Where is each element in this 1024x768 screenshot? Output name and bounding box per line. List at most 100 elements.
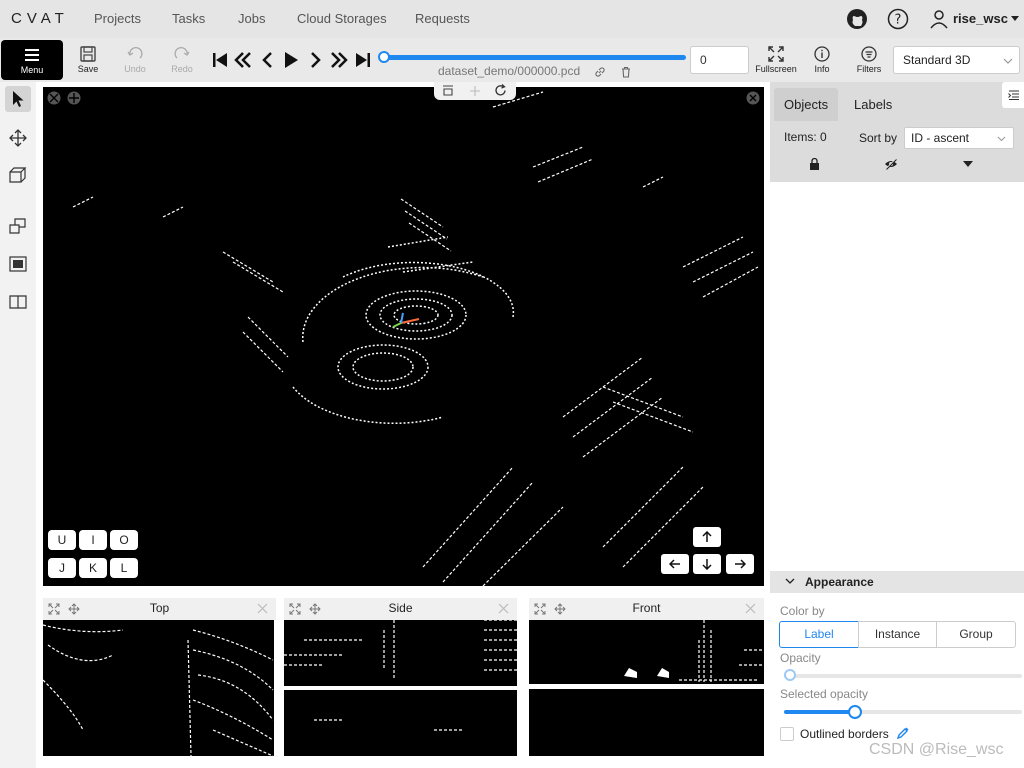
side-view-canvas[interactable] <box>284 620 517 756</box>
undo-button[interactable]: Undo <box>115 44 155 78</box>
menu-button[interactable]: Menu <box>1 40 63 80</box>
top-view-canvas[interactable] <box>43 620 274 756</box>
arrow-right-icon <box>735 559 746 569</box>
group-tool[interactable] <box>5 251 31 277</box>
key-k-button[interactable]: K <box>79 558 107 578</box>
caret-down-icon[interactable] <box>1011 16 1019 22</box>
first-frame-icon[interactable] <box>210 50 230 70</box>
save-icon <box>80 46 96 62</box>
arrow-up-button[interactable] <box>693 527 721 547</box>
nav-cloud-storages[interactable]: Cloud Storages <box>297 11 387 26</box>
color-by-instance-option[interactable]: Instance <box>858 621 937 648</box>
nav-requests[interactable]: Requests <box>415 11 470 26</box>
sort-select[interactable]: ID - ascent <box>904 127 1014 149</box>
outlined-borders-checkbox[interactable] <box>780 727 794 741</box>
fullscreen-view-icon[interactable] <box>47 91 61 105</box>
frame-filename: dataset_demo/000000.pcd <box>438 64 581 78</box>
move-tool[interactable] <box>5 125 31 151</box>
frame-number-input[interactable]: 0 <box>690 46 749 74</box>
key-u-button[interactable]: U <box>48 530 76 550</box>
filters-label: Filters <box>856 64 882 74</box>
reset-rotation-icon[interactable] <box>494 84 507 97</box>
split-icon <box>9 295 27 309</box>
objects-sidebar: Objects Labels Items: 0 Sort by ID - asc… <box>770 82 1024 768</box>
fast-forward-icon[interactable] <box>329 50 349 70</box>
last-frame-icon[interactable] <box>353 50 373 70</box>
close-icon[interactable] <box>257 603 268 614</box>
play-icon[interactable] <box>281 50 301 70</box>
key-o-button[interactable]: O <box>110 530 138 550</box>
workspace-value: Standard 3D <box>903 53 971 67</box>
appearance-title: Appearance <box>805 575 874 589</box>
cuboid-icon <box>9 167 27 183</box>
close-view-icon[interactable] <box>746 91 760 105</box>
top-view-title: Top <box>149 601 170 615</box>
github-icon[interactable] <box>846 8 868 30</box>
arrow-down-button[interactable] <box>693 554 721 574</box>
nav-projects[interactable]: Projects <box>94 11 141 26</box>
username[interactable]: rise_wsc <box>953 11 1008 26</box>
selected-opacity-label: Selected opacity <box>780 687 869 701</box>
close-icon[interactable] <box>745 603 756 614</box>
color-by-label-option[interactable]: Label <box>779 621 859 648</box>
nav-tasks[interactable]: Tasks <box>172 11 205 26</box>
chevron-down-icon <box>785 578 795 584</box>
top-view-points <box>43 624 274 756</box>
context-menu-icon[interactable] <box>442 85 454 96</box>
tab-objects[interactable]: Objects <box>774 88 839 121</box>
arrow-up-icon <box>702 531 712 542</box>
outlined-borders-label: Outlined borders <box>800 727 889 741</box>
filter-icon <box>861 46 877 62</box>
arrow-right-button[interactable] <box>726 554 754 574</box>
arrow-left-button[interactable] <box>661 554 689 574</box>
fast-backward-icon[interactable] <box>233 50 253 70</box>
save-button[interactable]: Save <box>68 44 108 78</box>
perspective-view-canvas[interactable]: U I O J K L <box>43 87 764 586</box>
workspace-select[interactable]: Standard 3D <box>893 46 1020 74</box>
front-view-canvas[interactable] <box>529 620 764 756</box>
top-navigation-bar: CVAT Projects Tasks Jobs Cloud Storages … <box>0 0 1024 38</box>
opacity-slider-track[interactable] <box>784 674 1022 678</box>
color-by-group-option[interactable]: Group <box>936 621 1016 648</box>
previous-frame-icon[interactable] <box>258 50 278 70</box>
help-icon[interactable]: ? <box>887 8 909 30</box>
user-icon[interactable] <box>928 8 950 30</box>
arrow-down-icon <box>702 559 712 570</box>
plus-icon[interactable] <box>469 85 481 97</box>
eye-invisible-icon[interactable] <box>884 158 898 170</box>
redo-button[interactable]: Redo <box>162 44 202 78</box>
key-l-button[interactable]: L <box>110 558 138 578</box>
key-i-button[interactable]: I <box>79 530 107 550</box>
merge-tool[interactable] <box>5 213 31 239</box>
fullscreen-button[interactable]: Fullscreen <box>755 44 797 78</box>
delete-frame-icon[interactable] <box>620 66 632 78</box>
draw-cuboid-tool[interactable] <box>5 162 31 188</box>
opacity-slider-handle[interactable] <box>784 669 796 681</box>
nav-jobs[interactable]: Jobs <box>238 11 265 26</box>
key-j-button[interactable]: J <box>48 558 76 578</box>
next-frame-icon[interactable] <box>305 50 325 70</box>
split-tool[interactable] <box>5 289 31 315</box>
copy-link-icon[interactable] <box>594 66 606 78</box>
side-view-header: Side <box>284 598 517 620</box>
color-by-label: Color by <box>780 604 825 618</box>
cursor-tool[interactable] <box>5 86 31 112</box>
items-count: Items: 0 <box>784 130 827 144</box>
menu-fold-icon <box>1008 90 1019 100</box>
color-picker-icon[interactable] <box>896 726 910 740</box>
filters-button[interactable]: Filters <box>849 44 889 78</box>
move-view-icon[interactable] <box>67 91 81 105</box>
frame-progress-handle[interactable] <box>378 51 390 63</box>
appearance-panel-header[interactable]: Appearance <box>770 571 1024 593</box>
frame-progress-track[interactable] <box>382 55 686 60</box>
close-icon[interactable] <box>498 603 509 614</box>
move-icon <box>9 129 27 147</box>
chevron-down-icon <box>1003 58 1013 64</box>
group-icon <box>9 256 27 272</box>
caret-down-icon[interactable] <box>963 161 973 168</box>
cvat-logo[interactable]: CVAT <box>11 10 69 27</box>
lock-icon[interactable] <box>809 158 820 170</box>
collapse-sidebar-button[interactable] <box>1002 82 1024 108</box>
tab-labels[interactable]: Labels <box>854 97 892 112</box>
info-button[interactable]: Info <box>802 44 842 78</box>
